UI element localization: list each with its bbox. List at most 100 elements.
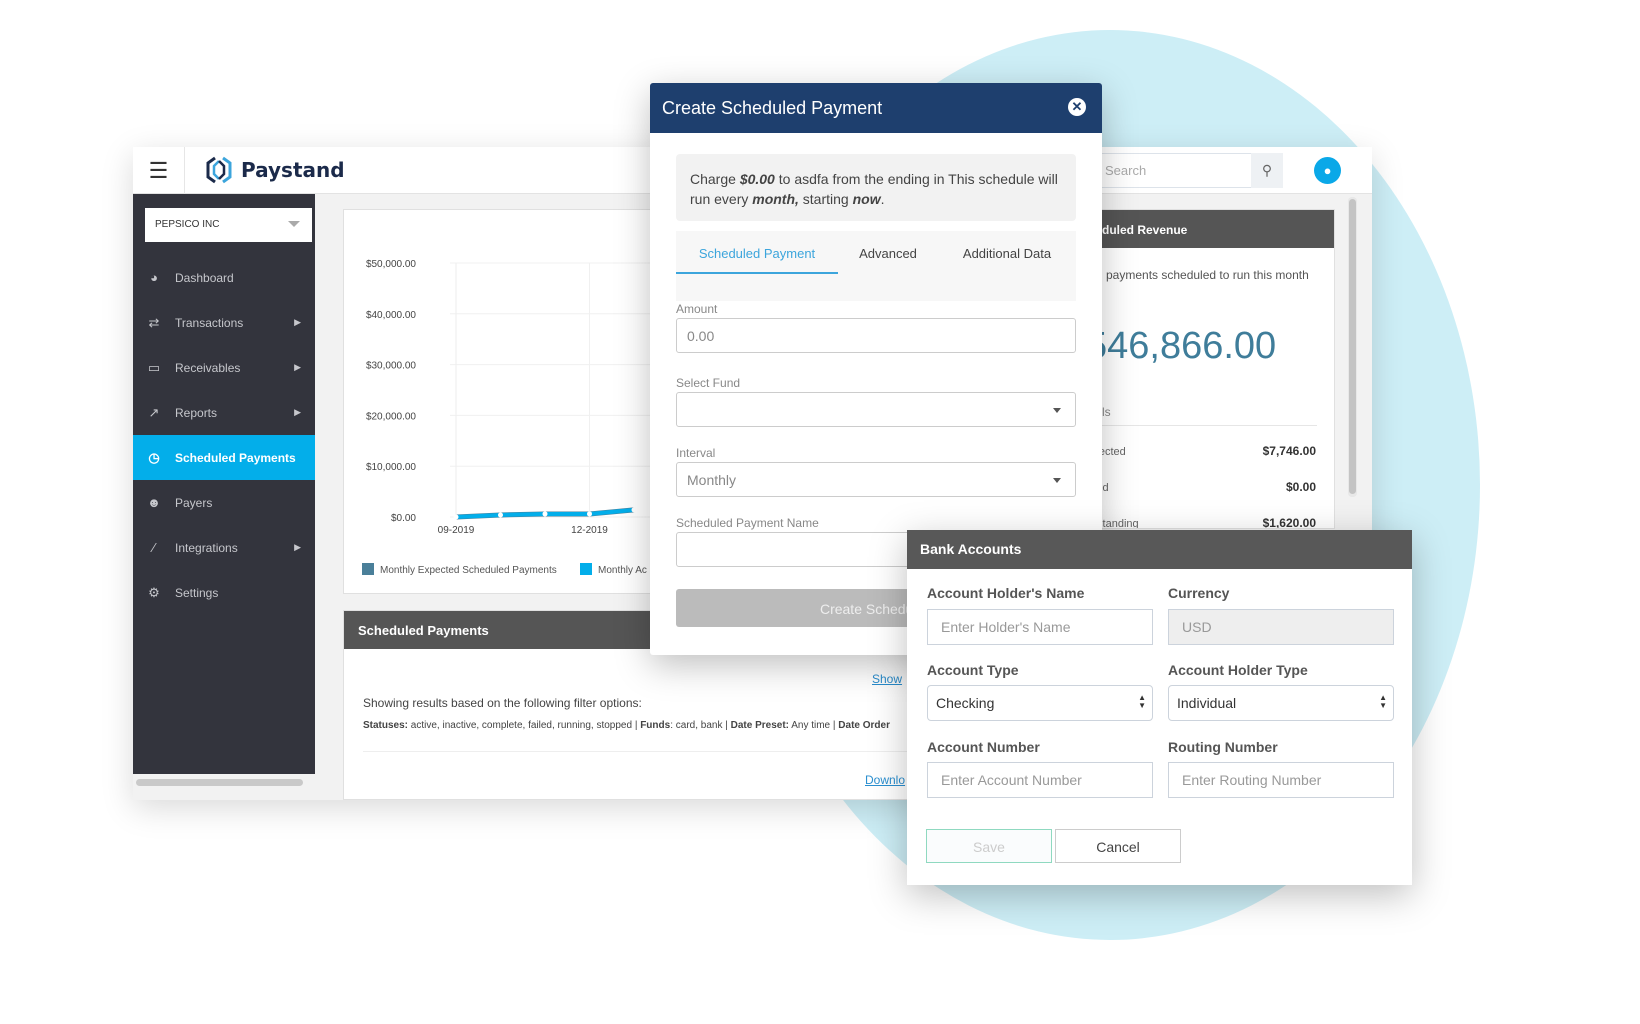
revenue-row-value: $1,620.00	[1262, 516, 1316, 529]
holder-name-placeholder: Enter Holder's Name	[941, 619, 1071, 635]
currency-input: USD	[1168, 609, 1394, 645]
filter-value: active, inactive, complete, failed, runn…	[408, 720, 633, 731]
search-placeholder: Search	[1105, 163, 1147, 178]
amount-value: 0.00	[687, 328, 715, 344]
filter-key: Funds	[640, 720, 671, 731]
card-title: duled Revenue	[1094, 210, 1334, 248]
cancel-button[interactable]: Cancel	[1055, 829, 1181, 863]
close-icon[interactable]: ✕	[1068, 98, 1086, 116]
sidebar-item-label: Reports	[175, 405, 218, 420]
show-link[interactable]: Show	[872, 672, 902, 686]
amount-input[interactable]: 0.00	[676, 318, 1076, 353]
account-type-value: Checking	[936, 695, 995, 711]
filter-key: Statuses:	[363, 720, 409, 731]
holder-type-label: Account Holder Type	[1168, 662, 1308, 678]
revenue-row-value: $7,746.00	[1262, 444, 1316, 458]
chevron-down-icon	[288, 221, 300, 227]
sidebar: PEPSICO INC ◕ Dashboard ⇄ Transactions ▶ ▭ Rec…	[133, 194, 315, 774]
sidebar-item-scheduled-payments[interactable]: ◷ Scheduled Payments	[133, 435, 315, 480]
revenue-amount: 546,866.00	[1093, 325, 1277, 367]
clock-icon: ◷	[148, 449, 160, 465]
scheduled-revenue-card: duled Revenue payments scheduled to run …	[1093, 209, 1335, 529]
tab-advanced[interactable]: Advanced	[838, 231, 938, 274]
org-selector[interactable]: PEPSICO INC	[145, 208, 312, 242]
separator: |	[632, 720, 641, 731]
revenue-row-value: $0.00	[1285, 480, 1316, 494]
divider	[363, 751, 923, 752]
sidebar-item-label: Dashboard	[175, 270, 234, 285]
sidebar-item-payers[interactable]: ☻ Payers	[133, 480, 315, 525]
vertical-scrollbar[interactable]	[1348, 197, 1357, 497]
currency-label: Currency	[1168, 585, 1230, 601]
payment-summary: Charge $0.00 to asdfa from the ending in…	[676, 154, 1076, 221]
legend-label: Monthly Expected Scheduled Payments	[380, 565, 557, 576]
sidebar-item-reports[interactable]: ↗ Reports ▶	[133, 390, 315, 435]
horizontal-scrollbar[interactable]	[133, 774, 315, 800]
search-icon[interactable]: ⚲	[1251, 153, 1283, 188]
filter-key: Date Preset:	[730, 720, 789, 731]
save-label: Save	[973, 839, 1005, 855]
dashboard-icon: ◕	[150, 270, 158, 285]
summary-amount: $0.00	[739, 171, 775, 187]
user-avatar-icon[interactable]: ●	[1314, 157, 1341, 184]
holder-name-input[interactable]: Enter Holder's Name	[927, 609, 1153, 645]
sidebar-item-transactions[interactable]: ⇄ Transactions ▶	[133, 300, 315, 345]
brand-name: Paystand	[241, 158, 345, 182]
divider	[1102, 425, 1317, 426]
sidebar-item-receivables[interactable]: ▭ Receivables ▶	[133, 345, 315, 390]
caret-down-icon	[1053, 408, 1061, 413]
revenue-subtitle: payments scheduled to run this month	[1106, 268, 1309, 282]
data-point	[587, 511, 592, 517]
transfer-icon: ⇄	[148, 314, 160, 330]
legend-label: Monthly Ac	[598, 565, 647, 576]
amount-label: Amount	[676, 302, 718, 316]
filter-intro: Showing results based on the following f…	[363, 696, 642, 710]
tab-scheduled-payment[interactable]: Scheduled Payment	[676, 231, 838, 274]
y-tick-label: $30,000.00	[366, 361, 416, 372]
interval-value: Monthly	[687, 472, 737, 488]
summary-interval: month,	[752, 191, 799, 207]
sidebar-item-settings[interactable]: ⚙ Settings	[133, 570, 315, 615]
account-number-placeholder: Enter Account Number	[941, 772, 1082, 788]
bank-accounts-panel: Bank Accounts Account Holder's Name Ente…	[907, 530, 1412, 885]
sidebar-item-label: Integrations	[175, 540, 238, 555]
currency-value: USD	[1182, 619, 1212, 635]
interval-select[interactable]: Monthly	[676, 462, 1076, 497]
data-point	[631, 507, 637, 513]
sidebar-item-integrations[interactable]: ⁄ Integrations ▶	[133, 525, 315, 570]
save-button[interactable]: Save	[926, 829, 1052, 863]
hamburger-menu-icon[interactable]: ☰	[133, 147, 185, 194]
legend-swatch	[362, 563, 374, 575]
routing-number-input[interactable]: Enter Routing Number	[1168, 762, 1394, 798]
paystand-logo-icon	[206, 156, 232, 184]
account-number-label: Account Number	[927, 739, 1040, 755]
summary-text: .	[880, 191, 885, 207]
org-name: PEPSICO INC	[155, 219, 220, 230]
data-point	[453, 514, 459, 520]
account-number-input[interactable]: Enter Account Number	[927, 762, 1153, 798]
download-link[interactable]: Downlo	[865, 773, 905, 787]
modal-tabs: Scheduled Payment Advanced Additional Da…	[676, 231, 1076, 301]
sidebar-item-label: Payers	[175, 495, 213, 510]
sidebar-item-label: Scheduled Payments	[175, 450, 296, 465]
caret-right-icon: ▶	[294, 407, 301, 417]
inbox-icon: ▭	[147, 359, 161, 375]
summary-text: starting	[798, 191, 853, 207]
sidebar-item-dashboard[interactable]: ◕ Dashboard	[133, 255, 315, 300]
fund-select[interactable]	[676, 392, 1076, 427]
sidebar-item-label: Receivables	[175, 360, 241, 375]
fund-label: Select Fund	[676, 376, 741, 390]
sidebar-item-label: Transactions	[175, 315, 244, 330]
chart-icon: ↗	[148, 404, 160, 420]
account-type-select[interactable]: Checking ▲ ▼	[927, 685, 1153, 721]
y-tick-label: $10,000.00	[366, 462, 416, 473]
summary-text: Charge	[690, 171, 740, 187]
holder-type-select[interactable]: Individual ▲ ▼	[1168, 685, 1394, 721]
filter-value: : card, bank	[670, 720, 723, 731]
tab-additional-data[interactable]: Additional Data	[946, 231, 1068, 274]
data-point	[542, 511, 548, 517]
caret-right-icon: ▶	[294, 542, 301, 552]
legend-swatch	[580, 563, 592, 575]
y-tick-label: $50,000.00	[366, 259, 416, 270]
scheduled-payments-chart: $0.00 $10,000.00 $20,000.00 $30,000.00 $40,0…	[362, 259, 674, 576]
